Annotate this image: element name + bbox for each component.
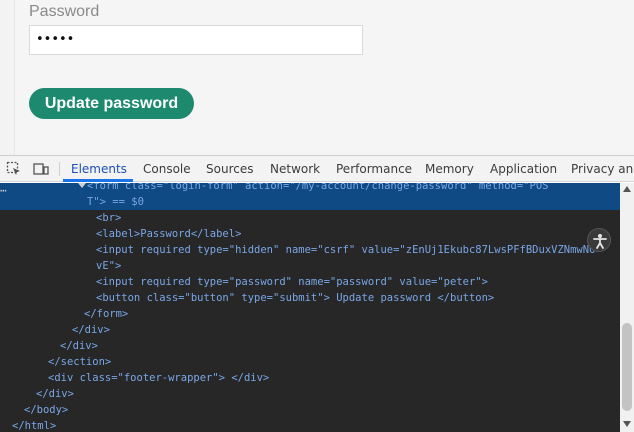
scrollbar-thumb[interactable] xyxy=(622,323,632,411)
password-field[interactable]: ••••• xyxy=(29,25,363,55)
page-area: Password ••••• Update password xyxy=(0,0,634,155)
dom-node-button[interactable]: <button class="button" type="submit"> Up… xyxy=(96,290,494,306)
dom-node-body-close[interactable]: </body> xyxy=(24,402,68,418)
scroll-up-icon[interactable] xyxy=(623,186,631,192)
dom-node-input-csrf[interactable]: <input required type="hidden" name="csrf… xyxy=(96,242,595,258)
devtools-panel: Elements Console Sources Network Perform… xyxy=(0,155,634,432)
tab-performance[interactable]: Performance xyxy=(336,156,412,182)
password-label: Password xyxy=(29,3,100,20)
active-tab-indicator xyxy=(63,179,133,182)
accessibility-icon[interactable] xyxy=(587,228,611,252)
tab-privacy[interactable]: Privacy and xyxy=(571,156,634,182)
dom-node-footer-wrapper[interactable]: <div class="footer-wrapper"> </div> xyxy=(48,370,269,386)
dom-node-form[interactable]: <form class="login-form" action="/my-acc… xyxy=(87,183,548,194)
dom-node-section-close[interactable]: </section> xyxy=(48,354,111,370)
dom-node-div-close[interactable]: </div> xyxy=(72,322,110,338)
devtools-toolbar: Elements Console Sources Network Perform… xyxy=(0,156,634,182)
update-password-button[interactable]: Update password xyxy=(29,88,194,119)
dom-node-label[interactable]: <label>Password</label> xyxy=(96,226,241,242)
page-content xyxy=(14,0,634,155)
tab-console[interactable]: Console xyxy=(143,156,191,182)
dom-node-br[interactable]: <br> xyxy=(96,210,121,226)
toolbar-separator xyxy=(59,162,60,176)
device-toolbar-icon[interactable] xyxy=(33,161,49,177)
tab-network[interactable]: Network xyxy=(270,156,320,182)
more-dots-icon[interactable]: ⋯ xyxy=(0,184,7,197)
dom-node-form-close[interactable]: </form> xyxy=(84,306,128,322)
dom-node-div-close[interactable]: </div> xyxy=(36,386,74,402)
tab-application[interactable]: Application xyxy=(490,156,557,182)
inspect-element-icon[interactable] xyxy=(6,161,22,177)
dom-node-html-close[interactable]: </html> xyxy=(12,418,56,432)
scroll-down-icon[interactable] xyxy=(623,421,631,427)
dom-node-div-close[interactable]: </div> xyxy=(60,338,98,354)
tab-sources[interactable]: Sources xyxy=(206,156,253,182)
dom-node-form-cont[interactable]: T"> == $0 xyxy=(87,194,144,210)
dom-node-input-password[interactable]: <input required type="password" name="pa… xyxy=(96,274,488,290)
elements-tree: ⋯ <form class="login-form" action="/my-a… xyxy=(0,183,634,432)
expand-arrow-icon[interactable] xyxy=(78,183,86,188)
dom-node-input-csrf-cont[interactable]: vE"> xyxy=(96,258,121,274)
vertical-scrollbar[interactable] xyxy=(620,183,634,432)
tab-memory[interactable]: Memory xyxy=(425,156,474,182)
